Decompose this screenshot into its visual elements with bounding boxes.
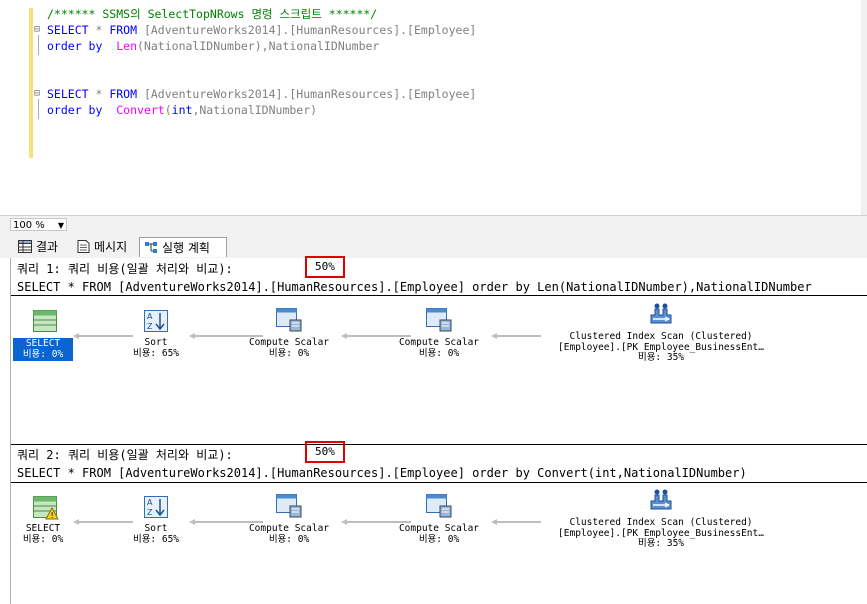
plan-node-sort[interactable]: Sort 비용: 65% — [121, 337, 191, 359]
plan-node-compute-scalar[interactable]: Compute Scalar 비용: 0% — [389, 337, 489, 359]
plan-node-compute-scalar[interactable]: Compute Scalar 비용: 0% — [389, 523, 489, 545]
query-2-top-separator — [11, 444, 867, 445]
plan-node-clustered-index-scan[interactable]: Clustered Index Scan (Clustered) [Employe… — [541, 331, 781, 364]
plan-node-sort[interactable]: Sort 비용: 65% — [121, 523, 191, 545]
change-tracking-bar — [29, 8, 33, 158]
svg-text:A: A — [147, 312, 153, 321]
results-tab-strip: 결과 메시지 실행 계획 — [0, 234, 867, 258]
compute-scalar-icon — [426, 494, 452, 518]
compute-scalar-icon — [426, 308, 452, 332]
message-icon — [77, 240, 90, 253]
editor-vertical-scrollbar[interactable] — [861, 0, 867, 215]
flow-arrow — [491, 519, 541, 525]
clustered-index-scan-icon — [650, 489, 672, 510]
svg-text:A: A — [147, 498, 153, 507]
tab-results[interactable]: 결과 — [14, 237, 66, 257]
zoom-select[interactable]: 100 % ▼ — [10, 218, 67, 231]
code-line-5: order by Convert(int,NationalIDNumber) — [47, 103, 318, 117]
chevron-down-icon: ▼ — [57, 221, 64, 230]
zoom-bar: 100 % ▼ — [0, 215, 867, 234]
plan-node-select[interactable]: SELECT 비용: 0% — [13, 523, 73, 545]
code-line-1: /****** SSMS의 SelectTopNRows 명령 스크립트 ***… — [47, 7, 378, 21]
query-1-sql: SELECT * FROM [AdventureWorks2014].[Huma… — [17, 280, 812, 294]
plan-node-compute-scalar[interactable]: Compute Scalar 비용: 0% — [239, 337, 339, 359]
plan-node-compute-scalar[interactable]: Compute Scalar 비용: 0% — [239, 523, 339, 545]
tab-execution-plan[interactable]: 실행 계획 — [139, 237, 227, 257]
collapse-toggle-icon[interactable]: ⊟ — [34, 25, 43, 35]
compute-scalar-icon — [276, 494, 302, 518]
query-2-header: 쿼리 2: 쿼리 비용(일괄 처리와 비교): — [17, 448, 233, 462]
outline-line — [38, 99, 39, 119]
query-1-separator — [11, 295, 867, 296]
code-line-2: SELECT * FROM [AdventureWorks2014].[Huma… — [47, 23, 477, 37]
execution-plan-pane[interactable]: 쿼리 1: 쿼리 비용(일괄 처리와 비교): 50% SELECT * FRO… — [10, 256, 867, 604]
select-result-icon — [33, 310, 57, 332]
tab-messages[interactable]: 메시지 — [72, 237, 134, 257]
svg-text:Z: Z — [147, 322, 153, 331]
flow-arrow — [491, 333, 541, 339]
code-line-3: order by Len(NationalIDNumber),NationalI… — [47, 39, 380, 53]
code-line-4: SELECT * FROM [AdventureWorks2014].[Huma… — [47, 87, 477, 101]
clustered-index-scan-icon — [650, 303, 672, 324]
svg-text:!: ! — [51, 511, 54, 520]
query-editor[interactable]: /****** SSMS의 SelectTopNRows 명령 스크립트 ***… — [0, 0, 867, 215]
compute-scalar-icon — [276, 308, 302, 332]
plan-node-clustered-index-scan[interactable]: Clustered Index Scan (Clustered) [Employe… — [541, 517, 781, 550]
editor-gutter — [0, 0, 27, 215]
query-2-separator — [11, 482, 867, 483]
collapse-toggle-icon[interactable]: ⊟ — [34, 89, 43, 99]
sort-icon: AZ — [144, 496, 168, 518]
sort-icon: AZ — [144, 310, 168, 332]
query-1-header: 쿼리 1: 쿼리 비용(일괄 처리와 비교): — [17, 262, 233, 276]
svg-text:Z: Z — [147, 508, 153, 517]
select-warning-icon: ! — [33, 496, 59, 520]
outline-line — [38, 35, 39, 55]
query-2-sql: SELECT * FROM [AdventureWorks2014].[Huma… — [17, 466, 747, 480]
plan-node-select[interactable]: SELECT 비용: 0% — [13, 338, 73, 361]
grid-icon — [18, 240, 32, 253]
query-1-cost-percent: 50% — [305, 256, 345, 278]
execution-plan-icon — [145, 242, 157, 253]
query-2-cost-percent: 50% — [305, 441, 345, 463]
